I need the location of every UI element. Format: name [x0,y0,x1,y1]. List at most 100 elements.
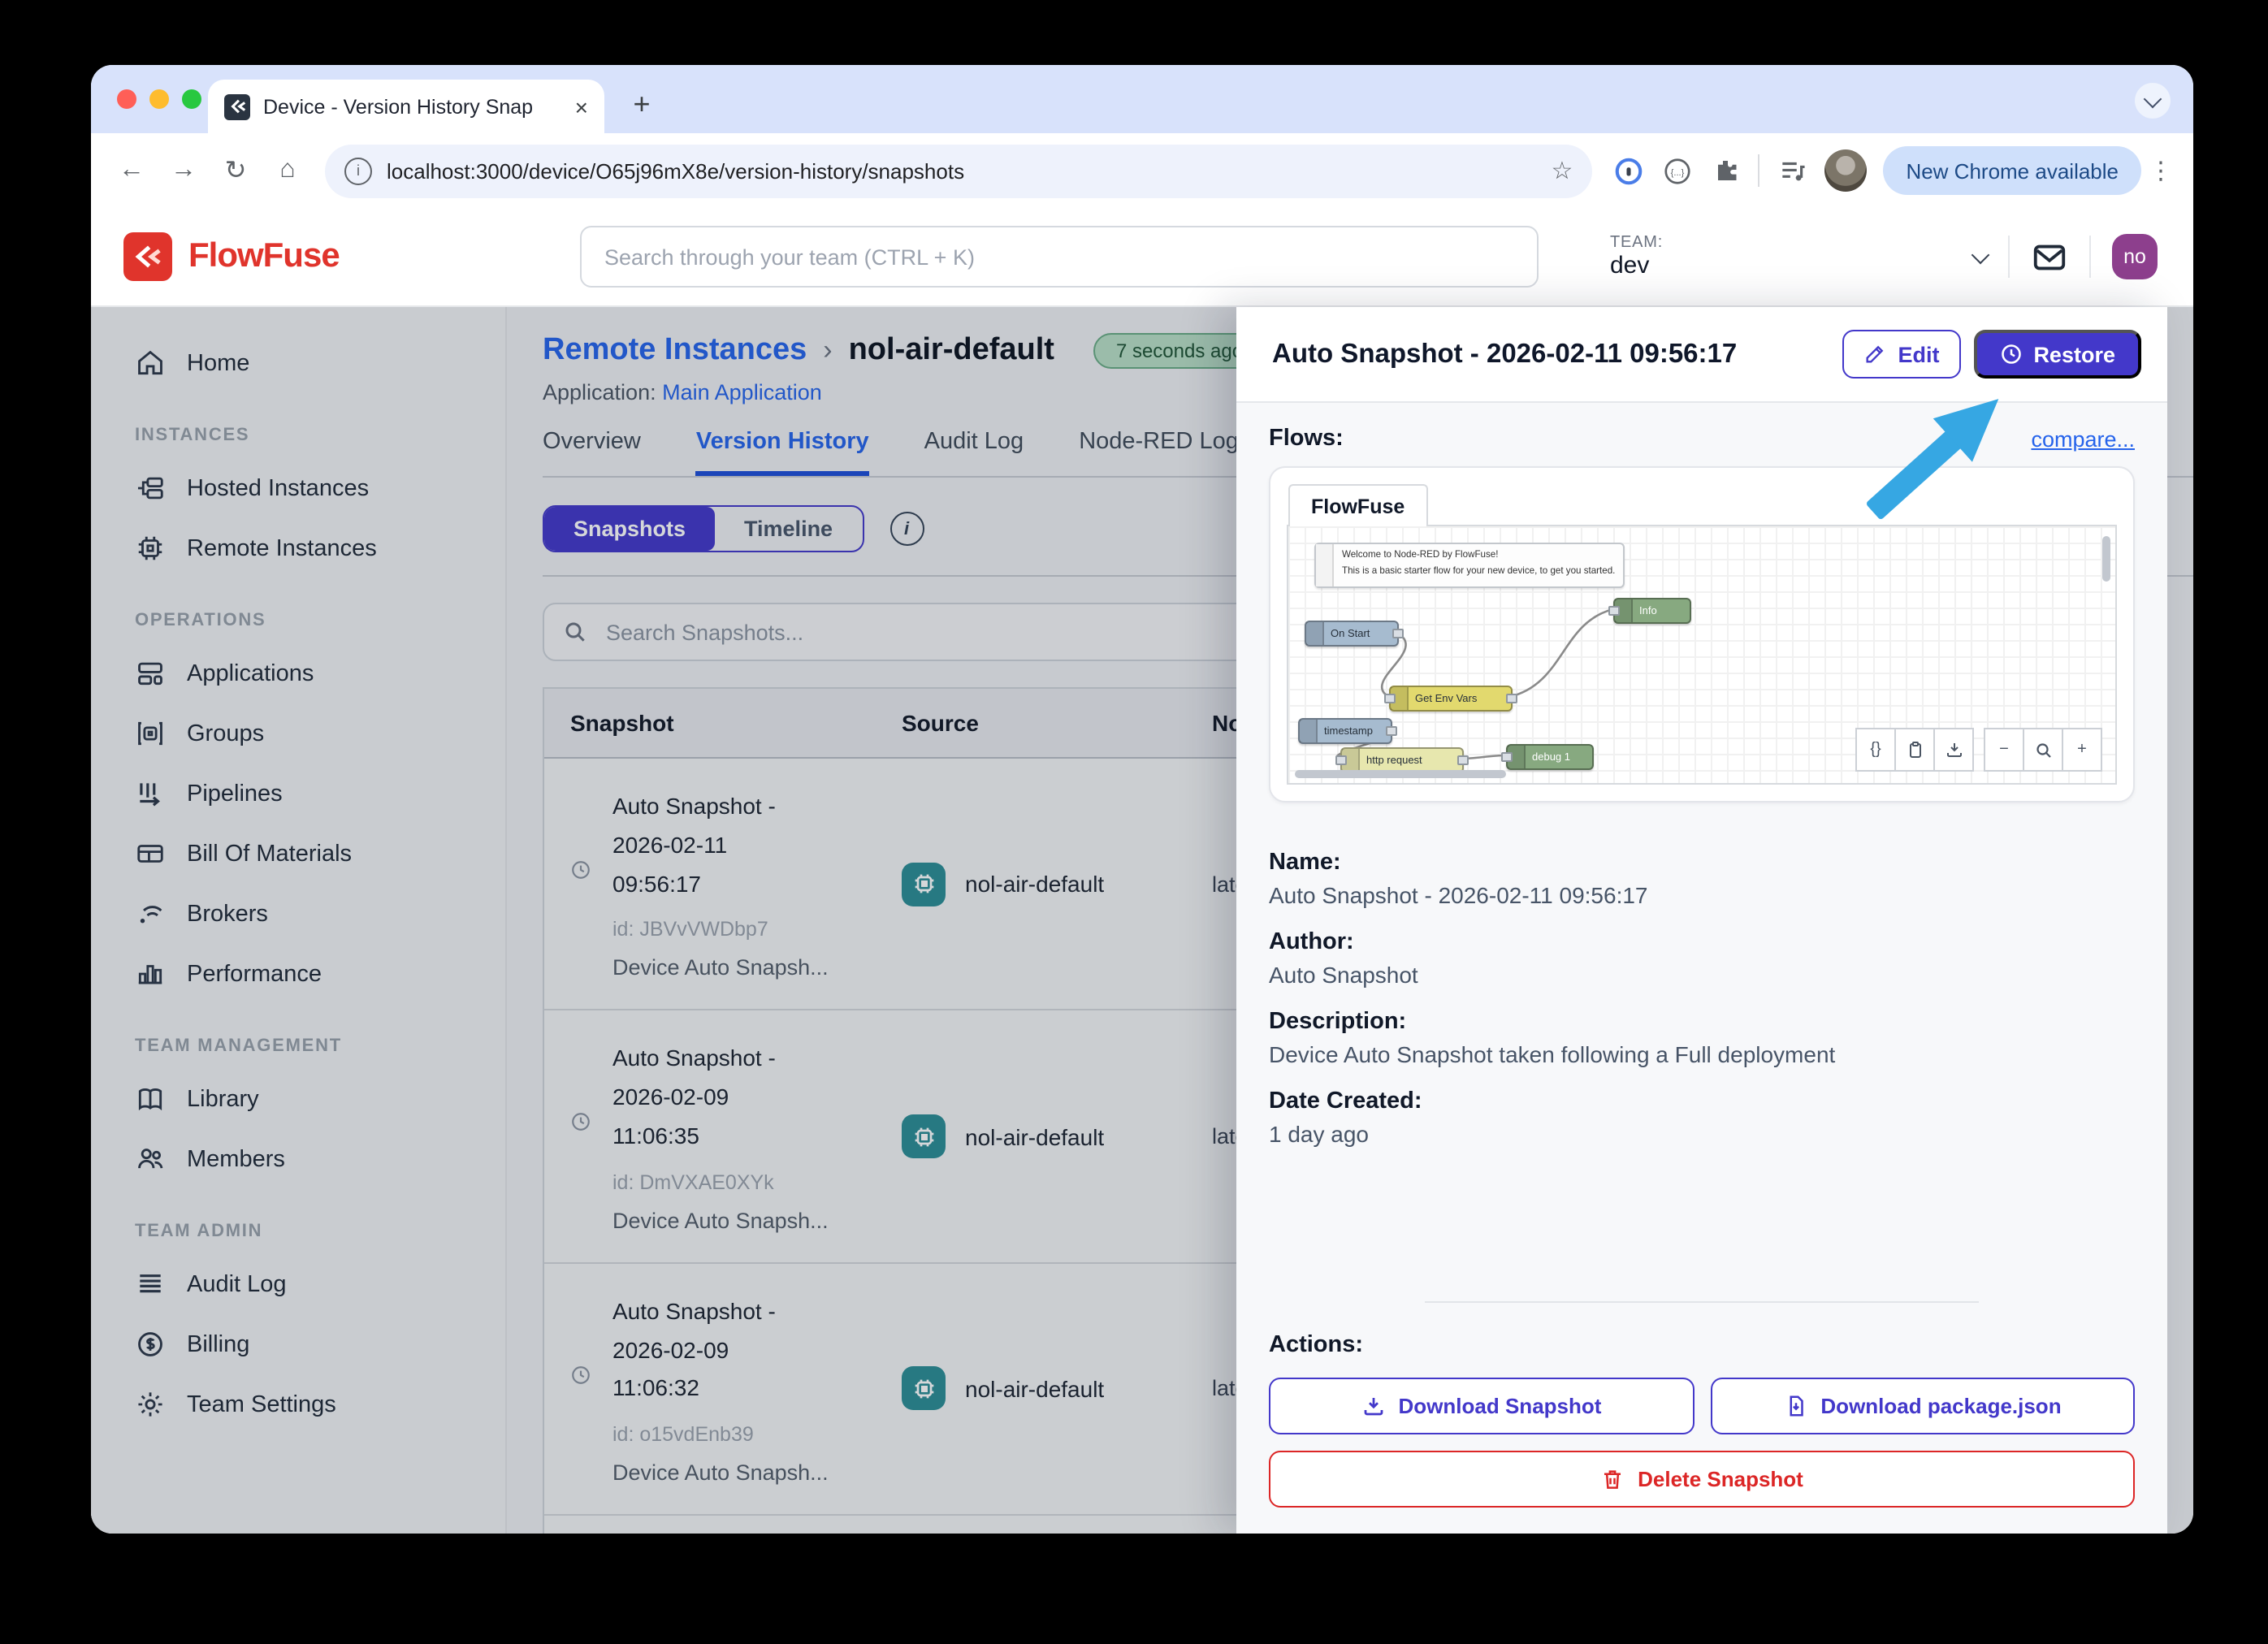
braces-extension-icon[interactable]: {...} [1654,148,1699,193]
sidebar-item-performance[interactable]: Performance [91,944,505,1004]
copy-flow-button[interactable] [1894,728,1935,772]
browser-home-button[interactable]: ⌂ [263,146,312,195]
sidebar-item-home[interactable]: Home [91,333,505,393]
flow-node-label: http request [1366,755,1422,766]
compare-link[interactable]: compare... [2031,426,2135,451]
magnifier-icon [2036,742,2050,757]
maximize-window-button[interactable] [182,89,201,109]
brand-name: FlowFuse [188,237,340,275]
canvas-vertical-scrollbar[interactable] [2102,536,2110,582]
chevron-down-icon [1971,244,1990,264]
flow-node-label: Info [1639,605,1657,616]
back-button[interactable]: ← [107,146,156,195]
column-header-snapshot: Snapshot [570,710,674,736]
source-name: nol-air-default [965,1123,1105,1150]
restore-button-label: Restore [2033,342,2115,366]
site-info-icon[interactable]: i [344,157,372,184]
new-tab-button[interactable]: + [624,88,660,122]
sidebar-item-bill-of-materials[interactable]: Bill Of Materials [91,824,505,884]
edit-button[interactable]: Edit [1842,330,1961,379]
toggle-timeline[interactable]: Timeline [715,507,862,551]
sidebar-section-team-management: TEAM MANAGEMENT [135,1036,342,1056]
extensions-puzzle-icon[interactable] [1703,148,1748,193]
page-title: nol-air-default [848,333,1054,367]
flow-workspace-tab[interactable]: FlowFuse [1288,484,1428,526]
sidebar-item-hosted-instances[interactable]: Hosted Instances [91,458,505,518]
sidebar-item-label: Brokers [187,901,268,927]
sidebar-item-brokers[interactable]: Brokers [91,884,505,944]
snapshot-id: id: DmVXAE0XYk [612,1170,774,1194]
flow-node-label: On Start [1331,628,1370,639]
browser-tab[interactable]: Device - Version History Snap × [208,80,604,133]
sidebar-item-billing[interactable]: Billing [91,1314,505,1374]
notifications-mail-icon[interactable] [2031,238,2068,275]
audit-log-icon [135,1269,166,1300]
close-window-button[interactable] [117,89,136,109]
toggle-snapshots[interactable]: Snapshots [544,507,716,551]
sidebar-item-remote-instances[interactable]: Remote Instances [91,518,505,578]
delete-snapshot-button[interactable]: Delete Snapshot [1269,1451,2135,1508]
tab-version-history[interactable]: Version History [695,429,869,476]
screen: Device - Version History Snap × + ← → ↻ … [0,0,2268,1644]
flowfuse-logo-icon [123,232,172,281]
restore-button[interactable]: Restore [1973,330,2141,379]
download-icon [1946,743,1961,757]
tab-audit-log[interactable]: Audit Log [924,429,1024,476]
search-icon [562,619,588,645]
zoom-reset-button[interactable] [2023,728,2063,772]
sidebar-item-label: Groups [187,720,265,746]
sidebar-item-groups[interactable]: Groups [91,703,505,764]
snapshot-description: Device Auto Snapsh... [612,955,829,980]
flowfuse-brand[interactable]: FlowFuse [91,232,538,281]
password-manager-extension-icon[interactable] [1605,148,1651,193]
team-search-input[interactable] [580,226,1539,288]
actions-divider [1424,1301,1980,1303]
download-snapshot-button[interactable]: Download Snapshot [1269,1378,1694,1434]
flow-node-get-env-vars: Get Env Vars [1384,686,1517,712]
sidebar-item-members[interactable]: Members [91,1129,505,1189]
inject-icon [1306,622,1324,645]
comment-icon [1316,544,1334,586]
breadcrumb-parent-link[interactable]: Remote Instances [543,333,807,369]
tab-overview[interactable]: Overview [543,429,641,476]
media-controls-icon[interactable] [1769,148,1815,193]
address-bar[interactable]: i localhost:3000/device/O65j96mX8e/versi… [325,144,1593,197]
chrome-update-badge[interactable]: New Chrome available [1883,146,2141,195]
application-link[interactable]: Main Application [662,380,822,405]
drawer-title: Auto Snapshot - 2026-02-11 09:56:17 [1272,339,1738,368]
close-tab-icon[interactable]: × [575,95,588,118]
flow-canvas[interactable]: Welcome to Node-RED by FlowFuse! This is… [1287,525,2117,785]
svg-text:{...}: {...} [1670,167,1684,177]
url-text[interactable]: localhost:3000/device/O65j96mX8e/version… [387,158,964,183]
view-json-button[interactable]: {} [1855,728,1896,772]
bookmark-star-icon[interactable]: ☆ [1552,156,1573,185]
browser-tabstrip: Device - Version History Snap × + [91,65,2193,133]
snapshot-fields: Name: Auto Snapshot - 2026-02-11 09:56:1… [1269,828,2135,1147]
zoom-in-button[interactable]: + [2062,728,2102,772]
canvas-horizontal-scrollbar[interactable] [1295,770,1506,778]
user-avatar[interactable]: no [2112,234,2158,279]
sidebar-item-audit-log[interactable]: Audit Log [91,1254,505,1314]
download-package-json-button[interactable]: Download package.json [1710,1378,2135,1434]
zoom-out-button[interactable]: − [1984,728,2024,772]
tab-node-red-logs[interactable]: Node-RED Logs [1079,429,1250,476]
sidebar-item-pipelines[interactable]: Pipelines [91,764,505,824]
remote-instances-chip-icon [135,533,166,564]
source-name: nol-air-default [965,1375,1105,1402]
tab-search-button[interactable] [2135,83,2171,119]
forward-button[interactable]: → [159,146,208,195]
flow-node-label: timestamp [1324,725,1373,737]
team-selector[interactable]: TEAM: dev [1610,234,1990,279]
sidebar-item-team-settings[interactable]: Team Settings [91,1374,505,1434]
groups-icon [135,718,166,749]
browser-profile-avatar[interactable] [1824,149,1868,192]
sidebar-item-applications[interactable]: Applications [91,643,505,703]
flow-node-on-start: On Start [1305,621,1404,647]
download-flow-button[interactable] [1933,728,1974,772]
sidebar-item-library[interactable]: Library [91,1069,505,1129]
reload-button[interactable]: ↻ [211,146,260,195]
browser-menu-kebab-icon[interactable]: ⋮ [2145,156,2177,185]
view-toggle: Snapshots Timeline [543,505,864,552]
info-icon[interactable]: i [889,512,924,546]
minimize-window-button[interactable] [149,89,169,109]
